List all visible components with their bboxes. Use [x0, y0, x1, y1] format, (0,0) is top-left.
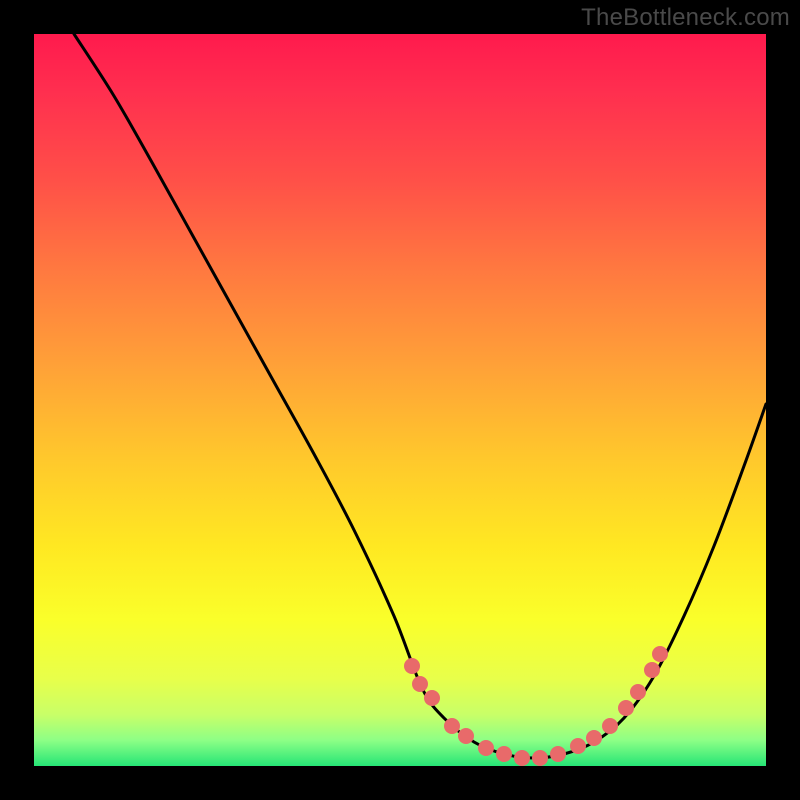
marker-dot [514, 750, 530, 766]
marker-dots [404, 646, 668, 766]
marker-dot [630, 684, 646, 700]
marker-dot [618, 700, 634, 716]
curve-svg [34, 34, 766, 766]
marker-dot [458, 728, 474, 744]
marker-dot [444, 718, 460, 734]
marker-dot [412, 676, 428, 692]
plot-area [34, 34, 766, 766]
chart-frame: TheBottleneck.com [0, 0, 800, 800]
marker-dot [652, 646, 668, 662]
marker-dot [644, 662, 660, 678]
marker-dot [424, 690, 440, 706]
marker-dot [532, 750, 548, 766]
marker-dot [602, 718, 618, 734]
marker-dot [404, 658, 420, 674]
attribution-text: TheBottleneck.com [581, 4, 790, 32]
marker-dot [570, 738, 586, 754]
marker-dot [478, 740, 494, 756]
marker-dot [586, 730, 602, 746]
marker-dot [496, 746, 512, 762]
marker-dot [550, 746, 566, 762]
